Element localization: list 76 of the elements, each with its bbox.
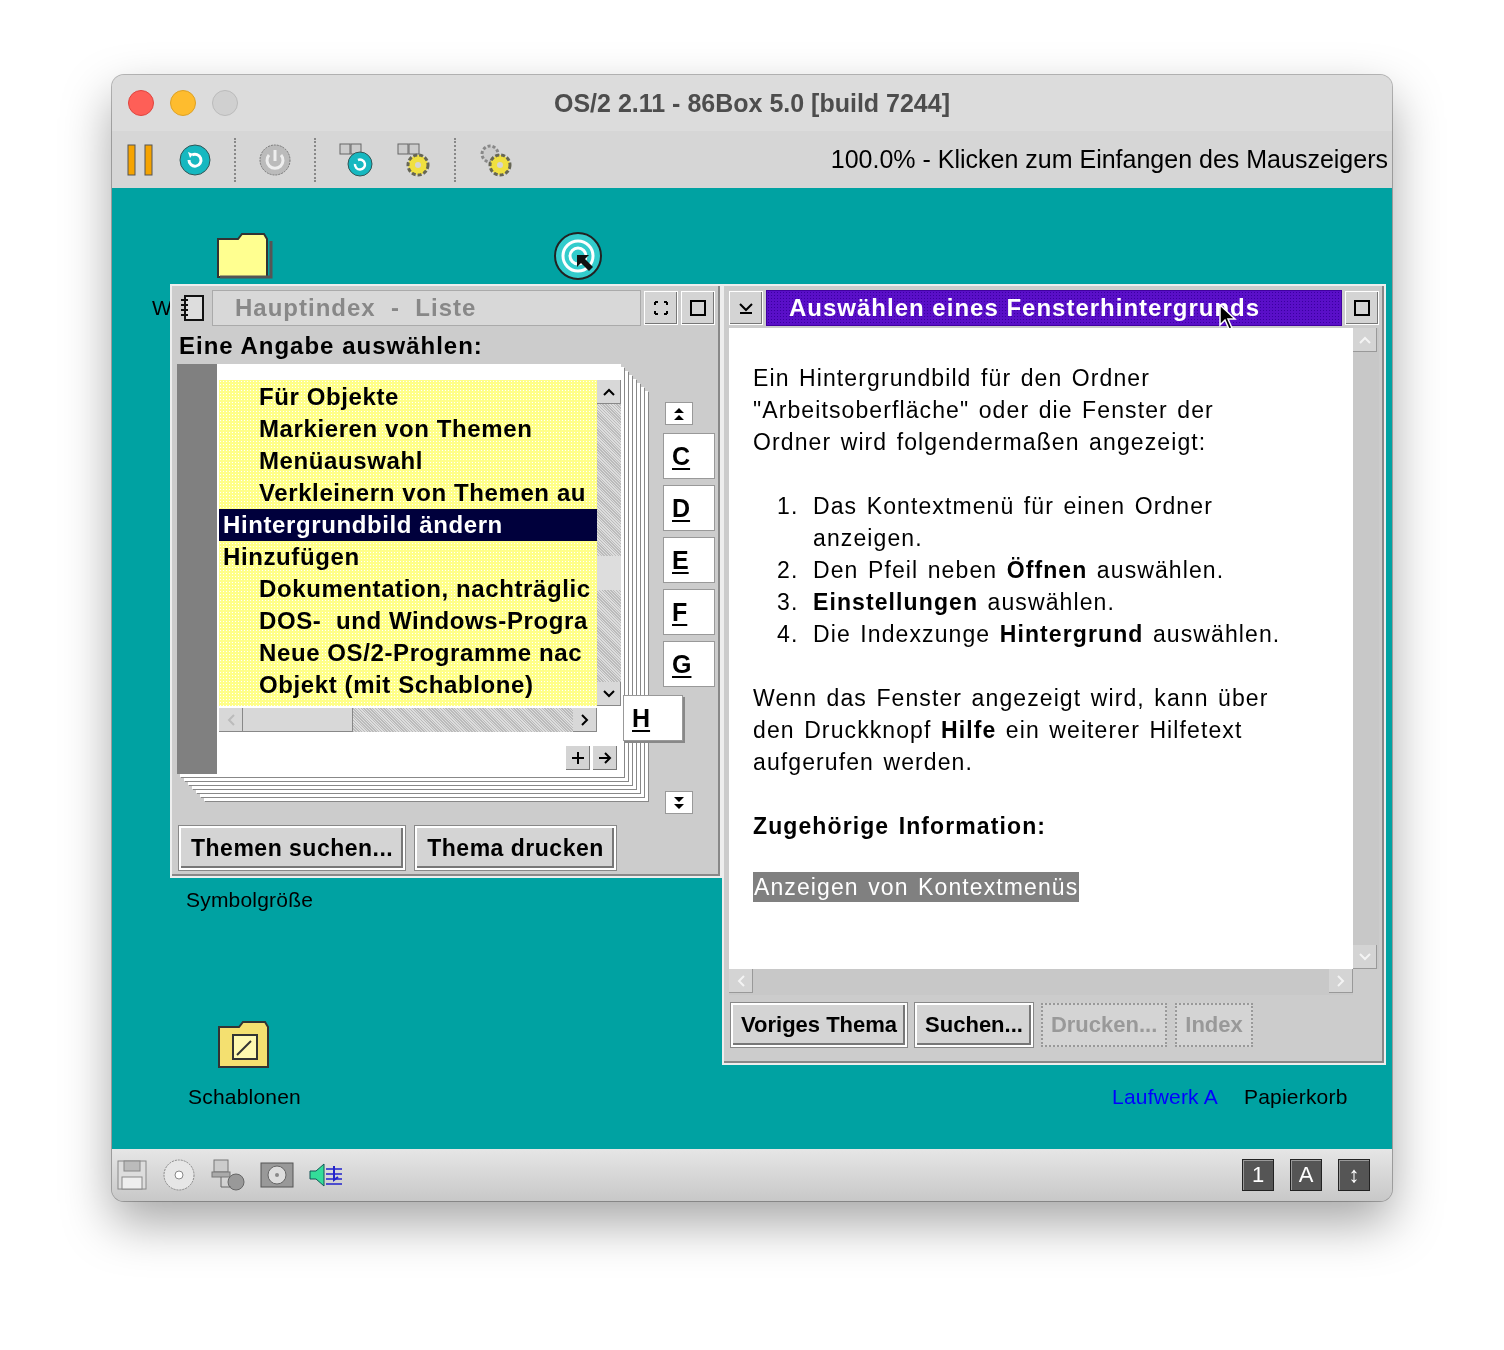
previous-page-button[interactable] bbox=[566, 746, 590, 770]
icon-label[interactable]: Schablonen bbox=[188, 1085, 301, 1109]
index-entry[interactable]: Für Objekte bbox=[219, 381, 597, 413]
hide-icon bbox=[654, 301, 668, 315]
letter-tab[interactable]: F bbox=[663, 589, 715, 635]
squares-refresh-icon[interactable] bbox=[338, 141, 374, 178]
help-paragraph: Wenn das Fenster angezeigt wird, kann über den Druckknopf Hilfe ein weiterer Hilfetext aufgerufen werden. bbox=[753, 684, 1270, 777]
network-icon[interactable] bbox=[210, 1158, 246, 1192]
step-text: Das Kontextmenü für einen Ordner anzeigen. bbox=[813, 492, 1213, 553]
icon-label[interactable]: Papierkorb bbox=[1244, 1085, 1348, 1109]
scrollbar-thumb[interactable] bbox=[597, 556, 621, 590]
dialog-button[interactable]: Themen suchen... bbox=[179, 826, 406, 870]
plus-icon bbox=[571, 751, 585, 765]
status-indicator[interactable]: A bbox=[1290, 1159, 1322, 1191]
index-entry[interactable]: Hinzufügen bbox=[219, 541, 597, 573]
letter-tab[interactable]: G bbox=[663, 641, 715, 687]
maximize-icon bbox=[1354, 300, 1370, 316]
prompt-label: Eine Angabe auswählen: bbox=[179, 332, 484, 360]
icon-label[interactable]: Symbolgröße bbox=[186, 888, 314, 912]
hide-button[interactable] bbox=[644, 291, 678, 325]
tab-scroll-down-button[interactable] bbox=[665, 791, 693, 814]
index-entry[interactable]: Objekt (mit Schablone) bbox=[219, 669, 597, 701]
index-entry[interactable]: Hintergrundbild ändern bbox=[219, 509, 597, 541]
dialog-button[interactable]: Suchen... bbox=[915, 1003, 1033, 1047]
vertical-scrollbar[interactable] bbox=[1353, 328, 1379, 969]
dialog-button[interactable]: Voriges Thema bbox=[731, 1003, 908, 1047]
step-text: Einstellungen auswählen. bbox=[813, 588, 1115, 617]
step-text: Den Pfeil neben Öffnen auswählen. bbox=[813, 556, 1225, 585]
help-paragraph: Ein Hintergrundbild für den Ordner "Arbeitsoberfläche" oder die Fenster der Ordner wird folgendermaßen angezeigt: bbox=[753, 364, 1215, 457]
index-entry[interactable]: Verkleinern von Themen au bbox=[219, 477, 597, 509]
step-number: 2. bbox=[777, 556, 800, 585]
right-arrow-icon bbox=[598, 751, 612, 765]
status-indicator[interactable]: ↕ bbox=[1338, 1159, 1370, 1191]
disc-icon[interactable] bbox=[162, 1158, 196, 1192]
letter-tab[interactable]: E bbox=[663, 537, 715, 583]
maximize-icon bbox=[690, 300, 706, 316]
pause-icon[interactable] bbox=[126, 142, 156, 177]
help-link[interactable]: Anzeigen von Kontextmenüs bbox=[753, 872, 1080, 902]
maximize-button[interactable] bbox=[681, 291, 715, 325]
squares-gear-icon[interactable] bbox=[396, 141, 432, 178]
system-menu-button[interactable] bbox=[729, 291, 763, 325]
target-pointer-icon[interactable] bbox=[553, 231, 603, 281]
letter-tab[interactable]: D bbox=[663, 485, 715, 531]
speaker-icon[interactable] bbox=[308, 1160, 344, 1190]
window-title: Hauptindex - Liste bbox=[212, 290, 641, 326]
floppy-icon[interactable] bbox=[116, 1159, 148, 1191]
status-indicator[interactable]: 1 bbox=[1242, 1159, 1274, 1191]
maximize-button[interactable] bbox=[1345, 291, 1379, 325]
index-entry[interactable]: Neue OS/2-Programme nac bbox=[219, 637, 597, 669]
step-number: 1. bbox=[777, 492, 800, 521]
power-icon[interactable] bbox=[258, 142, 292, 177]
horizontal-scrollbar[interactable] bbox=[729, 969, 1353, 995]
index-entry[interactable]: Markieren von Themen bbox=[219, 413, 597, 445]
double-up-arrow-icon bbox=[673, 406, 685, 421]
window-title: Auswählen eines Fensterhintergrunds bbox=[766, 290, 1342, 326]
section-heading: Zugehörige Information: bbox=[753, 812, 1048, 841]
window-title: OS/2 2.11 - 86Box 5.0 [build 7244] bbox=[553, 88, 951, 118]
vertical-scrollbar[interactable] bbox=[597, 380, 621, 706]
horizontal-scrollbar[interactable] bbox=[219, 708, 597, 732]
close-button[interactable] bbox=[128, 90, 154, 116]
folder-icon[interactable] bbox=[216, 231, 274, 279]
step-number: 3. bbox=[777, 588, 800, 617]
letter-tab[interactable]: H bbox=[623, 695, 683, 741]
index-entry[interactable]: DOS- und Windows-Progra bbox=[219, 605, 597, 637]
double-down-arrow-icon bbox=[673, 795, 685, 810]
refresh-icon[interactable] bbox=[178, 142, 212, 177]
chevron-down-icon bbox=[738, 301, 754, 315]
status-text: 100.0% - Klicken zum Einfangen des Mauszeigers bbox=[830, 145, 1389, 174]
step-number: 4. bbox=[777, 620, 800, 649]
step-text: Die Indexzunge Hintergrund auswählen. bbox=[813, 620, 1281, 649]
letter-tab[interactable]: C bbox=[663, 433, 715, 479]
index-entry[interactable]: Menüauswahl bbox=[219, 445, 597, 477]
tab-scroll-up-button[interactable] bbox=[665, 402, 693, 425]
next-page-button[interactable] bbox=[593, 746, 617, 770]
index-entry[interactable]: Dokumentation, nachträglic bbox=[219, 573, 597, 605]
dialog-button[interactable]: Thema drucken bbox=[415, 826, 616, 870]
